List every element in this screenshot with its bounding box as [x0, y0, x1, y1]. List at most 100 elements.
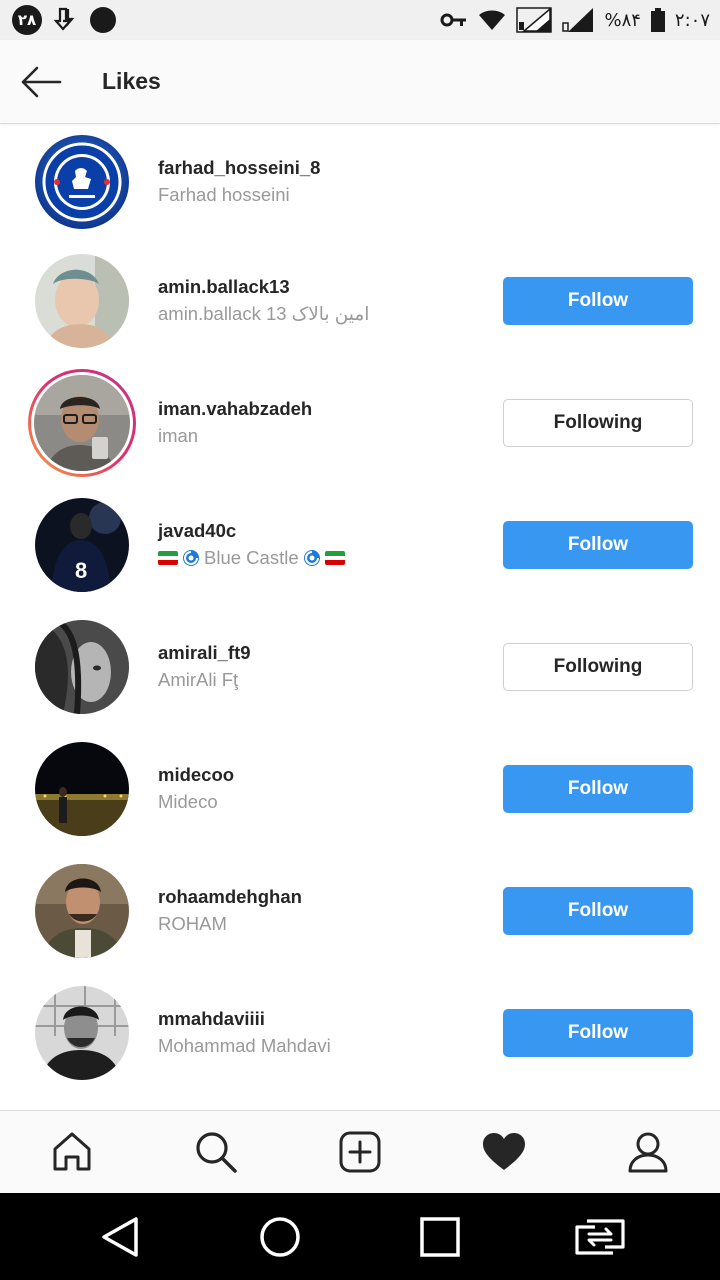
home-icon [53, 1132, 91, 1171]
user-text: rohaamdehghan ROHAM [158, 884, 503, 938]
full-name: Mideco [158, 788, 503, 816]
user-text: iman.vahabzadeh iman [158, 396, 503, 450]
full-name-text: AmirAli Fţ [158, 669, 239, 690]
svg-text:8: 8 [75, 558, 87, 583]
user-text: amin.ballack13 amin.ballack امین بالاک 1… [158, 274, 503, 328]
notification-count-badge: ۲۸ [12, 5, 42, 35]
full-name: amin.ballack امین بالاک 13 [158, 300, 503, 328]
user-text: amirali_ft9 AmirAli Fţ [158, 640, 503, 694]
avatar[interactable] [34, 253, 130, 349]
vpn-key-icon [440, 10, 468, 30]
battery-icon [650, 8, 665, 32]
username[interactable]: iman.vahabzadeh [158, 396, 503, 422]
chelsea-crest-icon [35, 135, 129, 229]
user-text: farhad_hosseini_8 Farhad hosseini [158, 155, 693, 209]
full-name-text: Mohammad Mahdavi [158, 1035, 331, 1056]
battery-percent: %۸۴ [604, 9, 641, 31]
username[interactable]: javad40c [158, 518, 503, 544]
arrow-left-icon [21, 66, 62, 97]
iran-flag-icon [324, 551, 345, 565]
following-button[interactable]: Following [503, 399, 693, 447]
username[interactable]: rohaamdehghan [158, 884, 503, 910]
list-item[interactable]: mmahdaviiii Mohammad Mahdavi Follow [0, 972, 720, 1094]
profile-icon [628, 1132, 668, 1173]
full-name-text: amin.ballack امین بالاک 13 [158, 303, 370, 324]
system-home-button[interactable] [235, 1193, 325, 1280]
follow-button[interactable]: Follow [503, 1009, 693, 1057]
full-name-text: Blue Castle [204, 547, 299, 568]
page-title: Likes [102, 68, 161, 94]
triangle-back-icon [102, 1216, 138, 1257]
username[interactable]: farhad_hosseini_8 [158, 155, 693, 181]
full-name: Mohammad Mahdavi [158, 1032, 503, 1060]
download-icon [52, 6, 80, 34]
cyclone-icon [183, 550, 199, 566]
full-name: iman [158, 422, 503, 450]
likes-list[interactable]: farhad_hosseini_8 Farhad hosseini amin.b… [0, 124, 720, 1110]
list-item[interactable]: 8 javad40c Blue Castle Follow [0, 484, 720, 606]
clock: ۲:۰۷ [674, 9, 710, 31]
profile-photo-icon [35, 254, 129, 348]
avatar[interactable] [34, 134, 130, 230]
avatar[interactable]: 8 [34, 497, 130, 593]
circle-home-icon [260, 1216, 300, 1257]
user-text: javad40c Blue Castle [158, 518, 503, 572]
avatar[interactable] [34, 741, 130, 837]
follow-button[interactable]: Follow [503, 277, 693, 325]
avatar-story-ring[interactable] [28, 369, 136, 477]
profile-photo-icon [35, 986, 129, 1080]
square-recents-icon [420, 1216, 460, 1257]
nav-add-post-button[interactable] [310, 1111, 410, 1194]
nav-activity-button[interactable] [454, 1111, 554, 1194]
full-name-text: Farhad hosseini [158, 184, 290, 205]
signal-sim1-icon [516, 7, 553, 33]
username[interactable]: amirali_ft9 [158, 640, 503, 666]
system-recents-button[interactable] [395, 1193, 485, 1280]
full-name: ROHAM [158, 910, 503, 938]
system-switch-button[interactable] [555, 1193, 645, 1280]
system-nav-bar [0, 1193, 720, 1280]
app-header: Likes [0, 40, 720, 124]
follow-button[interactable]: Follow [503, 521, 693, 569]
heart-icon [483, 1133, 525, 1170]
status-bar: ۲۸ %۸۴ ۲:۰۷ [0, 0, 720, 40]
profile-photo-icon [35, 742, 129, 836]
signal-sim2-icon [562, 7, 594, 33]
cyclone-icon [303, 550, 320, 566]
username[interactable]: mmahdaviiii [158, 1006, 503, 1032]
profile-photo-icon: 8 [35, 498, 129, 592]
notification-dot-icon [90, 7, 116, 33]
nav-home-button[interactable] [22, 1111, 122, 1194]
list-item[interactable]: rohaamdehghan ROHAM Follow [0, 850, 720, 972]
list-item[interactable]: midecoo Mideco Follow [0, 728, 720, 850]
full-name-text: iman [158, 425, 199, 446]
system-back-button[interactable] [75, 1193, 165, 1280]
list-item[interactable]: iman.vahabzadeh iman Following [0, 362, 720, 484]
list-item[interactable]: amin.ballack13 amin.ballack امین بالاک 1… [0, 240, 720, 362]
follow-button[interactable]: Follow [503, 887, 693, 935]
full-name-text: ROHAM [158, 913, 227, 934]
profile-photo-icon [35, 864, 129, 958]
full-name: Farhad hosseini [158, 181, 693, 209]
nav-search-button[interactable] [166, 1111, 266, 1194]
following-button[interactable]: Following [503, 643, 693, 691]
back-button[interactable] [0, 40, 82, 124]
username[interactable]: midecoo [158, 762, 503, 788]
full-name-text: Mideco [158, 791, 218, 812]
iran-flag-icon [158, 551, 178, 565]
add-post-icon [339, 1131, 381, 1173]
list-item[interactable]: farhad_hosseini_8 Farhad hosseini [0, 124, 720, 240]
follow-button[interactable]: Follow [503, 765, 693, 813]
full-name: AmirAli Fţ [158, 666, 503, 694]
profile-photo-icon [35, 620, 129, 714]
wifi-icon [478, 9, 506, 31]
avatar[interactable] [34, 985, 130, 1081]
avatar[interactable] [34, 863, 130, 959]
bottom-nav [0, 1110, 720, 1193]
avatar[interactable] [34, 619, 130, 715]
nav-profile-button[interactable] [598, 1111, 698, 1194]
user-text: mmahdaviiii Mohammad Mahdavi [158, 1006, 503, 1060]
full-name: Blue Castle [158, 544, 503, 572]
list-item[interactable]: amirali_ft9 AmirAli Fţ Following [0, 606, 720, 728]
username[interactable]: amin.ballack13 [158, 274, 503, 300]
